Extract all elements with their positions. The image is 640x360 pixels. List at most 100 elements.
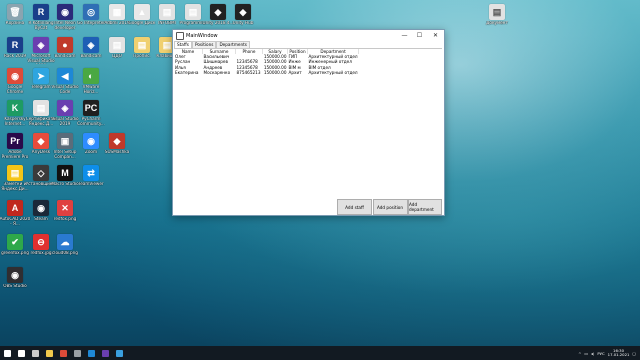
app-icon: 🗑 (7, 4, 23, 20)
table-row[interactable]: Екатерина Москаренко 875465213 150000.00 Арх… (174, 70, 359, 75)
app-icon: ◉ (83, 133, 99, 149)
app-icon: ◆ (33, 133, 49, 149)
table-cell[interactable]: 875465213 (236, 70, 263, 75)
desktop-icon-label: Документ (486, 21, 508, 25)
desktop-icon[interactable]: ◆ Unity Hub (230, 4, 256, 26)
add-department-button[interactable]: Add department (408, 199, 442, 215)
table-cell[interactable]: 150000.00 (263, 70, 288, 75)
tab-strip: Staffs Positions Departments (173, 41, 250, 49)
app-icon: M (57, 165, 73, 181)
app-icon: ◉ (7, 267, 23, 283)
settings-icon (73, 349, 81, 357)
app-icon: ▣ (57, 133, 73, 149)
taskbar-explorer-icon[interactable] (42, 346, 56, 360)
app-icon: ◉ (7, 68, 23, 84)
app-icon: ▤ (109, 37, 125, 53)
taskbar-settings-icon[interactable] (70, 346, 84, 360)
close-icon[interactable]: ✕ (428, 30, 443, 41)
desktop-icon[interactable]: PC PyCharm Community... (77, 100, 105, 127)
desktop-icon-label: OBS Studio (3, 284, 27, 288)
desktop-icon[interactable]: ◈Microsoft Visual Studio 2019 (27, 37, 55, 64)
table-cell[interactable]: Екатерина (174, 70, 203, 75)
taskbar-app-window-icon[interactable] (112, 346, 126, 360)
app-icon: ◉ (57, 4, 73, 20)
app-icon: ▤ (134, 37, 150, 53)
app-icon: ⇄ (83, 165, 99, 181)
desktop-icon[interactable]: A AutoCAD 2020 - Я... (0, 200, 30, 227)
notifications-icon[interactable]: ▢ (632, 351, 636, 356)
app-icon: ▤ (33, 100, 49, 116)
desktop-icon[interactable]: ✕ redfox.png (52, 200, 78, 222)
desktop-icon-label: SUSMashka (104, 150, 130, 154)
app-icon: ◈ (33, 37, 49, 53)
table-cell[interactable]: 150000.00 (263, 59, 288, 64)
table-cell[interactable]: Архитектурный отдел (308, 70, 359, 75)
app-icon: ◀ (57, 68, 73, 84)
taskbar-search-icon[interactable] (14, 346, 28, 360)
taskbar-task-view-icon[interactable] (28, 346, 42, 360)
taskbar-vscode-icon[interactable] (84, 346, 98, 360)
desktop-icon[interactable]: ◐ VMware Horiz... (78, 68, 104, 95)
app-icon: ◎ (83, 4, 99, 20)
network-icon[interactable]: ▭ (584, 351, 588, 356)
add-staff-button[interactable]: Add staff (337, 199, 372, 215)
table-cell[interactable]: Инженерный отдел (308, 59, 359, 64)
desktop-icon[interactable]: ▣ Intel Setup Compan... (52, 133, 78, 160)
taskbar-chrome-icon[interactable] (56, 346, 70, 360)
desktop-icon-label: redfox.png (53, 217, 77, 221)
desktop-icon-document[interactable]: ▤ Документ (484, 4, 510, 26)
add-position-button[interactable]: Add position (372, 199, 408, 215)
app-icon: ✕ (57, 200, 73, 216)
app-icon: R (7, 37, 23, 53)
explorer-icon (45, 349, 53, 357)
app-icon: A (7, 200, 23, 216)
desktop-icon[interactable]: ▤ Заметки и Яндекс.Ди... (1, 165, 29, 192)
desktop-icon[interactable]: Pr Adobe Premiere Pro (2, 133, 28, 160)
app-icon: K (7, 100, 23, 116)
app-icon: ◆ (210, 4, 226, 20)
vscode-icon (87, 349, 95, 357)
table-cell[interactable]: Архит (288, 70, 308, 75)
app-icon: ▤ (7, 165, 23, 181)
desktop-icon[interactable]: ☁ cloud08.png (52, 234, 78, 256)
app-icon: ▤ (185, 4, 201, 20)
staffs-panel: Name Surname Phone Salary Position Depar… (174, 48, 442, 215)
app-icon: ◉ (33, 200, 49, 216)
desktop-icon[interactable]: ◉ Intel Neon developer (52, 4, 78, 31)
tab-departments[interactable]: Departments (216, 41, 250, 48)
table-cell[interactable]: Москаренко (203, 70, 236, 75)
language-indicator[interactable]: РУС (597, 351, 604, 356)
app-icon: ▦ (109, 4, 125, 20)
desktop-icon[interactable]: ◉ OBS Studio (2, 267, 28, 289)
minimize-icon[interactable]: — (397, 30, 412, 41)
start-icon (3, 349, 11, 357)
window-title: MainWindow (186, 32, 218, 39)
app-icon: ▤ (159, 4, 175, 20)
app-icon: ✔ (7, 234, 23, 250)
chevron-up-icon[interactable]: ^ (578, 351, 581, 356)
app-icon: R (33, 4, 49, 20)
staff-table[interactable]: Name Surname Phone Salary Position Depar… (174, 49, 360, 75)
window-app-icon (176, 31, 184, 40)
app-icon: ◆ (109, 133, 125, 149)
visual-studio-icon (101, 349, 109, 357)
app-icon: ● (57, 37, 73, 53)
taskbar-start-icon[interactable] (0, 346, 14, 360)
chrome-icon (59, 349, 67, 357)
document-icon: ▤ (489, 4, 505, 20)
title-bar[interactable]: MainWindow — ☐ ✕ (173, 30, 444, 41)
desktop-icon[interactable]: ◉ Google Chrome (2, 68, 28, 95)
app-icon: Pr (7, 133, 23, 149)
desktop-icon[interactable]: ⇄ TeamViewer (78, 165, 104, 187)
maximize-icon[interactable]: ☐ (412, 30, 427, 41)
app-icon: ⊖ (33, 234, 49, 250)
taskbar: ^ ▭ ◂) РУС 16:30 17.01.2021 ▢ (0, 346, 640, 360)
clock[interactable]: 16:30 17.01.2021 (608, 348, 630, 357)
taskbar-visual-studio-icon[interactable] (98, 346, 112, 360)
desktop-icon-label: Unity Hub (232, 21, 254, 25)
app-icon: ☁ (57, 234, 73, 250)
volume-icon[interactable]: ◂) (591, 351, 594, 356)
tab-positions[interactable]: Positions (191, 41, 217, 48)
desktop-icon[interactable]: ◆ SUSMashka (104, 133, 130, 155)
search-icon (17, 349, 25, 357)
